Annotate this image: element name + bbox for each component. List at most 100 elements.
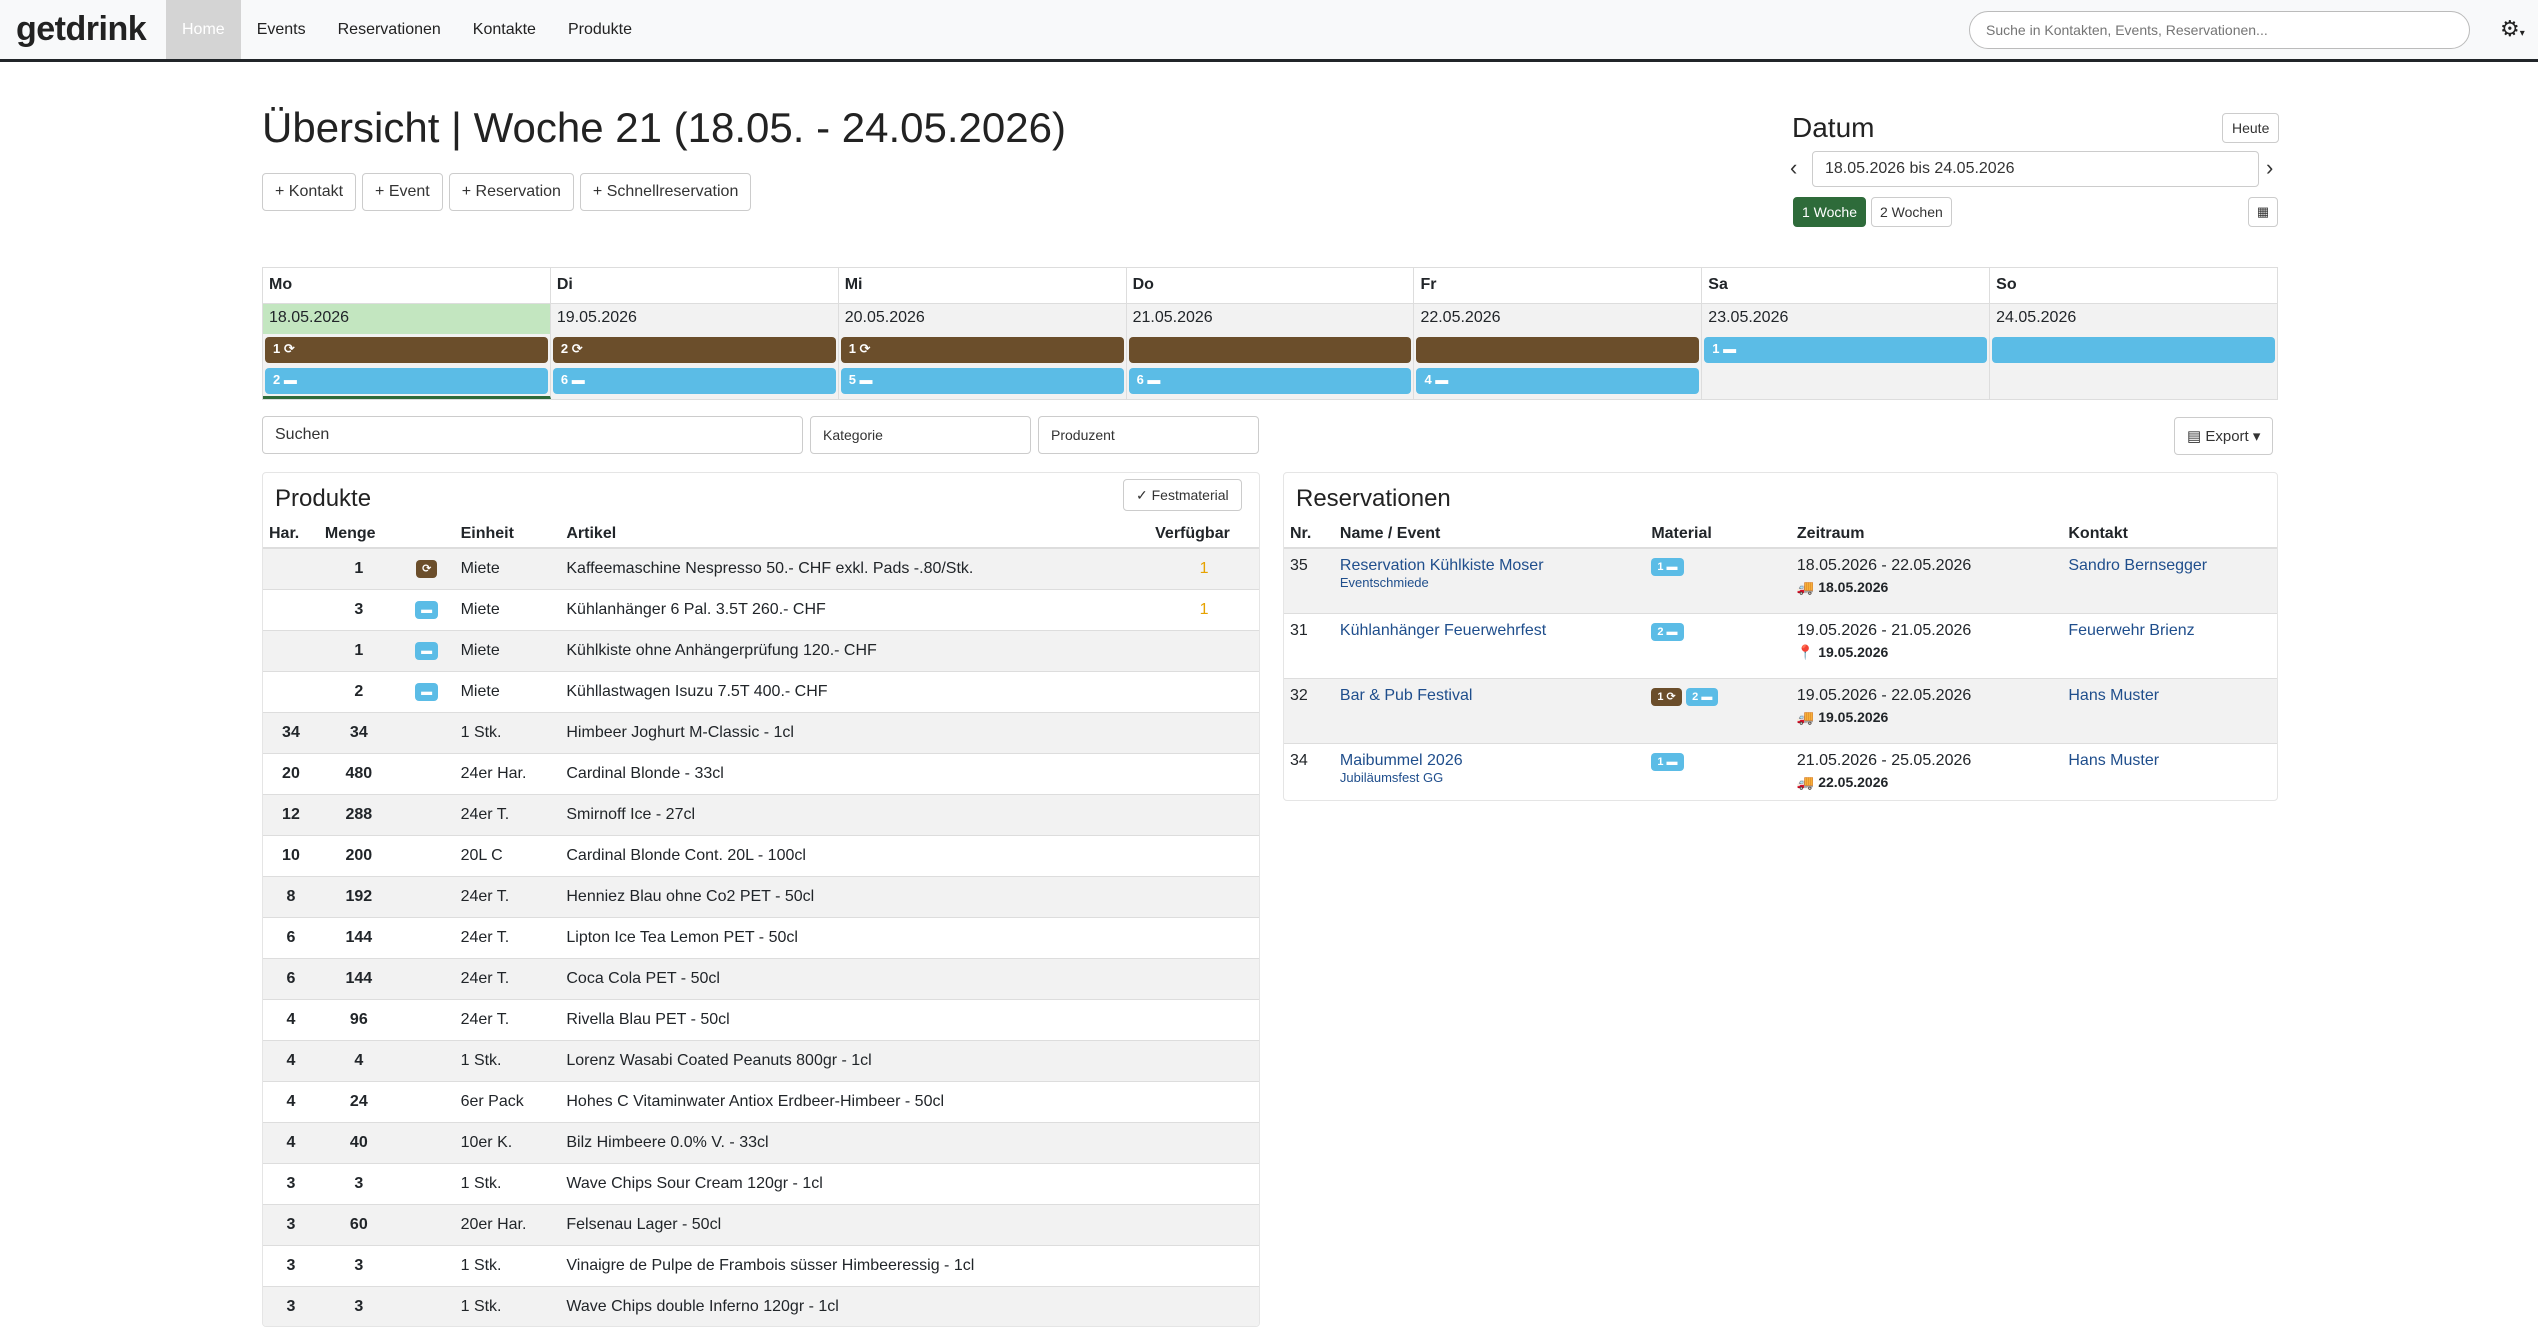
nav-events[interactable]: Events — [241, 0, 322, 59]
col-einheit[interactable]: Einheit — [454, 521, 561, 549]
day-mo[interactable]: Mo 18.05.2026 1 ⟳ 2 ▬ — [263, 268, 551, 399]
kontakt-link[interactable]: Feuerwehr Brienz — [2068, 622, 2271, 640]
menge-cell: 3 — [318, 589, 399, 631]
one-week-button[interactable]: 1 Woche — [1793, 197, 1866, 227]
day-so[interactable]: So 24.05.2026 — [1990, 268, 2278, 399]
global-search-input[interactable] — [1969, 11, 2470, 49]
verfuegbar-cell — [1149, 1204, 1259, 1246]
day-do[interactable]: Do 21.05.2026 6 ▬ — [1126, 268, 1415, 399]
table-row[interactable]: 8 192 24er T. Henniez Blau ohne Co2 PET - 5… — [263, 876, 1259, 918]
reservation-link[interactable]: Reservation Kühlkiste Moser — [1340, 557, 1639, 575]
table-row[interactable]: 4 40 10er K. Bilz Himbeere 0.0% V. - 33cl — [263, 1122, 1259, 1164]
event-bar[interactable] — [1416, 337, 1700, 363]
verfuegbar-cell — [1149, 1081, 1259, 1123]
event-link[interactable]: Eventschmiede — [1340, 575, 1639, 590]
material-badge: 1 ▬ — [1651, 752, 1684, 771]
table-row[interactable]: 33 1 Stk. Vinaigre de Pulpe de Frambois sü… — [263, 1245, 1259, 1287]
har-cell: 10 — [263, 835, 319, 877]
col-nr[interactable]: Nr. — [1284, 521, 1334, 549]
event-bar[interactable]: 1 ⟳ — [840, 337, 1124, 363]
event-bar[interactable]: 1 ⟳ — [265, 337, 548, 363]
calendar-icon[interactable]: ▦ — [2248, 197, 2278, 227]
day-name: Fr — [1414, 268, 1702, 304]
add-schnellreservation-button[interactable]: + Schnellreservation — [579, 173, 752, 211]
col-artikel[interactable]: Artikel — [560, 521, 1150, 549]
reservation-link[interactable]: Maibummel 2026 — [1340, 752, 1639, 770]
table-row[interactable]: 33 1 Stk. Wave Chips Sour Cream 120gr - 1c… — [263, 1163, 1259, 1205]
table-row[interactable]: 3 ▬ Miete Kühlanhänger 6 Pal. 3.5T 260.- CH… — [263, 589, 1259, 631]
har-cell: 34 — [263, 712, 319, 754]
category-select[interactable]: Kategorie — [810, 416, 1031, 454]
day-mi[interactable]: Mi 20.05.2026 1 ⟳ 5 ▬ — [838, 268, 1127, 399]
reservation-link[interactable]: Kühlanhänger Feuerwehrfest — [1340, 622, 1639, 640]
nav-kontakte[interactable]: Kontakte — [457, 0, 552, 59]
table-row[interactable]: 6 144 24er T. Lipton Ice Tea Lemon PET - 50… — [263, 917, 1259, 959]
reservation-bar[interactable]: 6 ▬ — [552, 368, 836, 394]
two-weeks-button[interactable]: 2 Wochen — [1871, 197, 1952, 227]
artikel-cell: Felsenau Lager - 50cl — [560, 1204, 1150, 1246]
producer-select[interactable]: Produzent — [1038, 416, 1259, 454]
col-zeitraum[interactable]: Zeitraum — [1790, 521, 2063, 549]
day-sa[interactable]: Sa 23.05.2026 1 ▬ — [1702, 268, 1991, 399]
export-button[interactable]: ▤ Export ▾ — [2174, 417, 2274, 455]
table-row[interactable]: 3 60 20er Har. Felsenau Lager - 50cl — [263, 1204, 1259, 1246]
table-row[interactable]: 1 ⟳ Miete Kaffeemaschine Nespresso 50.- CHF… — [263, 548, 1259, 590]
reservation-bar[interactable]: 1 ▬ — [1704, 337, 1988, 363]
table-row[interactable]: 1 ▬ Miete Kühlkiste ohne Anhängerprüfung 12… — [263, 630, 1259, 672]
kontakt-link[interactable]: Hans Muster — [2068, 752, 2271, 770]
table-row[interactable]: 34 Maibummel 2026 Jubiläumsfest GG 1 ▬ 21.05… — [1284, 743, 2277, 800]
chevron-left-icon[interactable]: ‹ — [1790, 155, 1797, 181]
reservation-bar[interactable]: 4 ▬ — [1416, 368, 1700, 394]
nav-reservationen[interactable]: Reservationen — [322, 0, 457, 59]
col-menge[interactable]: Menge — [318, 521, 399, 549]
day-fr[interactable]: Fr 22.05.2026 4 ▬ — [1414, 268, 1703, 399]
reservation-bar[interactable]: 2 ▬ — [265, 368, 548, 394]
reservation-bar[interactable]: 5 ▬ — [840, 368, 1124, 394]
table-row[interactable]: 10 200 20L C Cardinal Blonde Cont. 20L - 10… — [263, 835, 1259, 877]
col-name-event[interactable]: Name / Event — [1333, 521, 1646, 549]
artikel-cell: Hohes C Vitaminwater Antiox Erdbeer-Himb… — [560, 1081, 1150, 1123]
kontakt-link[interactable]: Sandro Bernsegger — [2068, 557, 2271, 575]
nav-home[interactable]: Home — [166, 0, 241, 59]
table-row[interactable]: 2 ▬ Miete Kühllastwagen Isuzu 7.5T 400.- CH… — [263, 671, 1259, 713]
table-row[interactable]: 4 96 24er T. Rivella Blau PET - 50cl — [263, 999, 1259, 1041]
har-cell: 4 — [263, 999, 319, 1041]
reservation-bar[interactable] — [1992, 337, 2276, 363]
add-event-button[interactable]: + Event — [362, 173, 443, 211]
zeitraum-cell: 18.05.2026 - 22.05.2026 — [1796, 557, 1972, 574]
table-row[interactable]: 31 Kühlanhänger Feuerwehrfest 2 ▬ 19.05.202… — [1284, 613, 2277, 679]
settings-gear-icon[interactable]: ⚙▾ — [2500, 16, 2525, 42]
table-row[interactable]: 32 Bar & Pub Festival 1 ⟳ 2 ▬ 19.05.2026 - … — [1284, 678, 2277, 744]
today-button[interactable]: Heute — [2222, 113, 2280, 143]
col-verfuegbar[interactable]: Verfügbar — [1149, 521, 1259, 549]
event-bar[interactable] — [1128, 337, 1412, 363]
festmaterial-toggle[interactable]: ✓ Festmaterial — [1123, 479, 1242, 511]
table-row[interactable]: 44 1 Stk. Lorenz Wasabi Coated Peanuts 800… — [263, 1040, 1259, 1082]
kontakt-link[interactable]: Hans Muster — [2068, 687, 2271, 705]
table-row[interactable]: 34 34 1 Stk. Himbeer Joghurt M-Classic - 1c… — [263, 712, 1259, 754]
table-row[interactable]: 4 24 6er Pack Hohes C Vitaminwater Antiox E… — [263, 1081, 1259, 1123]
col-kontakt[interactable]: Kontakt — [2062, 521, 2277, 549]
day-di[interactable]: Di 19.05.2026 2 ⟳ 6 ▬ — [550, 268, 839, 399]
menge-cell: 34 — [318, 712, 399, 754]
table-row[interactable]: 6 144 24er T. Coca Cola PET - 50cl — [263, 958, 1259, 1000]
reservation-link[interactable]: Bar & Pub Festival — [1340, 687, 1639, 705]
col-har[interactable]: Har. — [263, 521, 319, 549]
zeitraum-cell: 19.05.2026 - 22.05.2026 — [1796, 686, 1972, 704]
verfuegbar-cell — [1149, 794, 1259, 836]
reservation-bar[interactable]: 6 ▬ — [1128, 368, 1412, 394]
product-search-input[interactable]: Suchen — [262, 416, 803, 454]
table-row[interactable]: 35 Reservation Kühlkiste Moser Eventschmie… — [1284, 548, 2277, 614]
event-bar[interactable]: 2 ⟳ — [552, 337, 836, 363]
add-reservation-button[interactable]: + Reservation — [448, 173, 574, 211]
table-row[interactable]: 20 480 24er Har. Cardinal Blonde - 33cl — [263, 753, 1259, 795]
table-row[interactable]: 12 288 24er T. Smirnoff Ice - 27cl — [263, 794, 1259, 836]
date-range-input[interactable]: 18.05.2026 bis 24.05.2026 — [1812, 151, 2259, 187]
chevron-right-icon[interactable]: › — [2266, 155, 2273, 181]
table-row[interactable]: 33 1 Stk. Wave Chips double Inferno 120gr … — [263, 1286, 1259, 1326]
event-link[interactable]: Jubiläumsfest GG — [1340, 770, 1639, 785]
brand-logo[interactable]: getdrink — [16, 10, 166, 49]
col-material[interactable]: Material — [1645, 521, 1791, 549]
nav-produkte[interactable]: Produkte — [552, 0, 648, 59]
add-kontakt-button[interactable]: + Kontakt — [262, 173, 357, 211]
